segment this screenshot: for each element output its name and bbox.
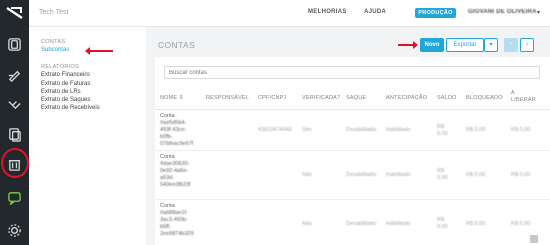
gear-icon[interactable]	[6, 222, 23, 239]
account-name[interactable]: Conta #ab88ae1f- 3ac3-450b- b5ff- 2ee987…	[160, 203, 194, 238]
account-blocked: R$ 0,00	[466, 172, 486, 178]
chat-icon[interactable]	[6, 189, 23, 206]
column-header-bloqueado: BLOQUEADO	[466, 95, 503, 101]
top-bar: Tech Test MELHORIAS AJUDA PRODUÇÃO GIOVA…	[29, 0, 550, 27]
nav-ajuda[interactable]: AJUDA	[364, 9, 386, 15]
table-row[interactable]: Conta #dae30630- 0e92-4a6e- a53d- 540ee3…	[155, 151, 550, 200]
search-input[interactable]	[164, 66, 540, 79]
account-verified: Sim	[302, 127, 312, 133]
next-page-button[interactable]: ›	[520, 38, 534, 52]
submenu-section-relatorios: RELATÓRIOS	[41, 64, 80, 70]
page-title: CONTAS	[158, 40, 196, 50]
brand-name: Tech Test	[39, 9, 69, 16]
submenu-item-subcontas[interactable]: Subcontas	[41, 47, 69, 53]
chevron-down-icon[interactable]: ▾	[537, 9, 540, 16]
left-rail	[0, 0, 29, 245]
account-advance: Habilitado	[386, 221, 411, 227]
account-blocked: R$ 0,00	[466, 221, 486, 227]
submenu-item-extrato-lrs[interactable]: Extrato de LRs	[41, 89, 81, 95]
new-button[interactable]: Novo	[420, 38, 444, 52]
account-withdraw: Desabilitado	[346, 221, 377, 227]
user-name[interactable]: GIOVANI DE OLIVEIRA	[468, 9, 537, 15]
handshake-icon[interactable]	[6, 95, 23, 112]
column-header-nome[interactable]: NOME ⇕	[160, 95, 184, 101]
submenu-item-extrato-saques[interactable]: Extrato de Saques	[41, 97, 90, 103]
submenu-section-contas: CONTAS	[41, 39, 66, 45]
prev-page-button[interactable]: ‹	[504, 38, 518, 52]
annotation-arrow-right	[398, 41, 418, 49]
account-balance: R$ 0,00	[437, 217, 448, 230]
account-advance: Habilitado	[386, 127, 411, 133]
account-balance: R$ 0,00	[437, 124, 448, 137]
account-verified: Não	[302, 172, 313, 178]
pen-icon[interactable]	[6, 66, 23, 83]
brand-logo-icon	[6, 7, 23, 19]
account-release: R$ 0,00	[511, 172, 531, 178]
app-root: Tech Test MELHORIAS AJUDA PRODUÇÃO GIOVA…	[0, 0, 550, 245]
account-name[interactable]: Conta #dae30630- 0e92-4a6e- a53d- 540ee3…	[160, 154, 191, 189]
submenu-item-extrato-faturas[interactable]: Extrato de Faturas	[41, 81, 90, 87]
account-release: R$ 0,00	[511, 221, 531, 227]
accounts-panel: NOME ⇕ RESPONSÁVEL CPF/CNPJ VERIFICADA? …	[155, 57, 550, 245]
nav-melhorias[interactable]: MELHORIAS	[308, 9, 347, 15]
account-release: R$ 0,00	[511, 127, 531, 133]
account-cpf: 43810474048	[258, 127, 292, 133]
export-chevron-down-icon[interactable]: ▾	[484, 38, 498, 52]
main-content: CONTAS Novo Exportar ▾ ‹ › NOME ⇕ RESPON…	[146, 27, 550, 245]
column-header-antecipacao: ANTECIPAÇÃO	[386, 95, 428, 101]
table-row[interactable]: Conta #ab88ae1f- 3ac3-450b- b5ff- 2ee987…	[155, 200, 550, 245]
annotation-arrow-left	[85, 47, 113, 55]
submenu: CONTAS Subcontas RELATÓRIOS Extrato Fina…	[29, 27, 146, 245]
account-balance: R$ 0,00	[437, 168, 448, 181]
account-advance: Habilitado	[386, 172, 411, 178]
table-header: NOME ⇕ RESPONSÁVEL CPF/CNPJ VERIFICADA? …	[155, 88, 550, 110]
account-blocked: R$ 0,00	[466, 127, 486, 133]
column-header-responsavel: RESPONSÁVEL	[206, 95, 250, 101]
column-header-saque: SAQUE	[346, 95, 367, 101]
account-name[interactable]: Conta #ae5d5b4- 493f-43ce- b0fb- 07bfeac…	[160, 113, 193, 148]
documents-icon[interactable]	[6, 126, 23, 143]
column-header-a-liberar: A LIBERAR	[511, 90, 536, 103]
column-header-saldo: SALDO	[437, 95, 457, 101]
account-withdraw: Desabilitado	[346, 127, 377, 133]
environment-badge[interactable]: PRODUÇÃO	[415, 8, 456, 18]
submenu-item-extrato-financeiro[interactable]: Extrato Financeiro	[41, 72, 90, 78]
annotation-circle	[1, 148, 29, 178]
export-button[interactable]: Exportar	[446, 38, 484, 52]
column-header-verificada: VERIFICADA?	[302, 95, 341, 101]
submenu-item-extrato-recebiveis[interactable]: Extrato de Recebíveis	[41, 105, 100, 111]
wallet-icon[interactable]	[6, 36, 23, 53]
account-withdraw: Desabilitado	[346, 172, 377, 178]
column-header-cpf: CPF/CNPJ	[258, 95, 287, 101]
account-verified: Não	[302, 221, 313, 227]
table-row[interactable]: Conta #ae5d5b4- 493f-43ce- b0fb- 07bfeac…	[155, 110, 550, 151]
scrollbar-corner[interactable]	[530, 235, 538, 243]
